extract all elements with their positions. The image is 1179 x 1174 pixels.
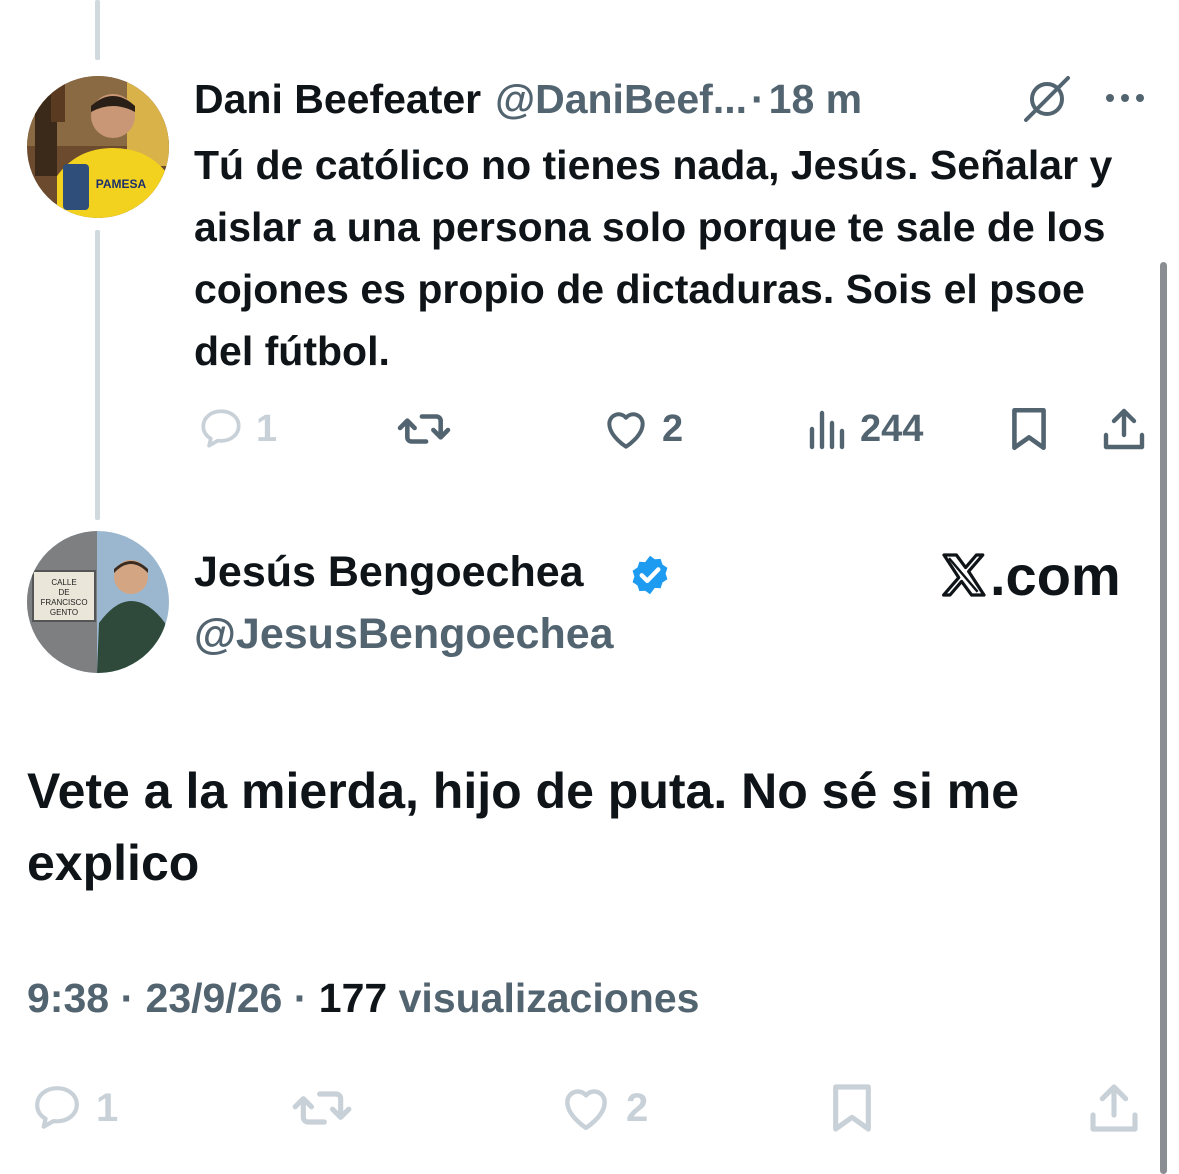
like-count: 2: [626, 1085, 649, 1130]
heart-icon: [607, 412, 645, 449]
reply-header: Dani Beefeater @DaniBeef... · 18 m: [194, 74, 862, 124]
post-time[interactable]: 18 m: [769, 76, 862, 123]
separator-dot: ·: [120, 975, 135, 1021]
avatar-jesus-bengoechea[interactable]: CALLE DE FRANCISCO GENTO: [27, 531, 169, 673]
thread-connector-line: [95, 230, 100, 520]
share-button[interactable]: [1086, 1080, 1142, 1136]
repost-button[interactable]: [396, 404, 452, 454]
repost-icon: [292, 1091, 352, 1125]
comment-icon: [35, 1086, 79, 1129]
views-button[interactable]: 244: [806, 404, 923, 454]
post-metadata: 9:38 · 23/9/26 · 177 visualizaciones: [27, 975, 699, 1022]
author-name[interactable]: Jesús Bengoechea: [194, 548, 584, 597]
tweet-thread-screen: PAMESA Dani Beefeater @DaniBeef... · 18 …: [0, 0, 1179, 1174]
scrollbar[interactable]: [1160, 262, 1167, 1174]
reply-button[interactable]: 1: [196, 404, 277, 454]
bookmark-icon: [833, 1084, 871, 1132]
watermark-text: .com: [990, 543, 1121, 607]
author-name[interactable]: Dani Beefeater: [194, 76, 481, 123]
views-label: visualizaciones: [398, 975, 700, 1021]
thread-connector-line: [95, 0, 100, 60]
share-icon: [1103, 408, 1145, 450]
reply-button[interactable]: 1: [28, 1080, 118, 1136]
bookmark-button[interactable]: [826, 1080, 878, 1136]
more-options-icon[interactable]: [1102, 80, 1148, 116]
avatar-sponsor-text: PAMESA: [96, 177, 147, 191]
separator-dot: ·: [751, 75, 765, 122]
street-sign-line: FRANCISCO: [40, 598, 87, 607]
x-logo-icon: [942, 553, 986, 597]
reply-count: 1: [96, 1085, 119, 1130]
avatar-photo: PAMESA: [27, 76, 169, 218]
post-date[interactable]: 23/9/26: [146, 975, 283, 1021]
author-handle[interactable]: @DaniBeef...: [495, 76, 747, 123]
comment-icon: [201, 409, 241, 448]
post-time[interactable]: 9:38: [27, 975, 109, 1021]
share-icon: [1090, 1084, 1138, 1132]
like-count: 2: [662, 407, 684, 450]
like-button[interactable]: 2: [556, 1080, 648, 1136]
reply-body-text: Tú de católico no tienes nada, Jesús. Se…: [194, 142, 1113, 374]
repost-icon: [397, 414, 451, 444]
author-handle[interactable]: @JesusBengoechea: [194, 610, 614, 659]
views-count: 244: [860, 407, 924, 450]
analytics-icon: [809, 410, 845, 450]
verified-badge-icon: [632, 555, 668, 595]
like-button[interactable]: 2: [600, 404, 683, 454]
grok-icon[interactable]: [1022, 74, 1072, 124]
x-com-watermark: .com: [940, 543, 1121, 607]
street-sign-line: CALLE: [51, 578, 76, 587]
separator-dot: ·: [293, 975, 308, 1021]
repost-button[interactable]: [290, 1080, 354, 1136]
avatar-dani-beefeater[interactable]: PAMESA: [27, 76, 169, 218]
reply-count: 1: [256, 407, 278, 450]
avatar-photo: CALLE DE FRANCISCO GENTO: [27, 531, 169, 673]
heart-icon: [565, 1089, 607, 1131]
street-sign-line: GENTO: [50, 608, 78, 617]
street-sign-line: DE: [58, 588, 69, 597]
share-button[interactable]: [1100, 404, 1148, 454]
bookmark-button[interactable]: [1006, 404, 1052, 454]
main-body-text: Vete a la mierda, hijo de puta. No sé si…: [27, 763, 1020, 891]
bookmark-icon: [1012, 407, 1046, 451]
views-count: 177: [318, 975, 388, 1021]
